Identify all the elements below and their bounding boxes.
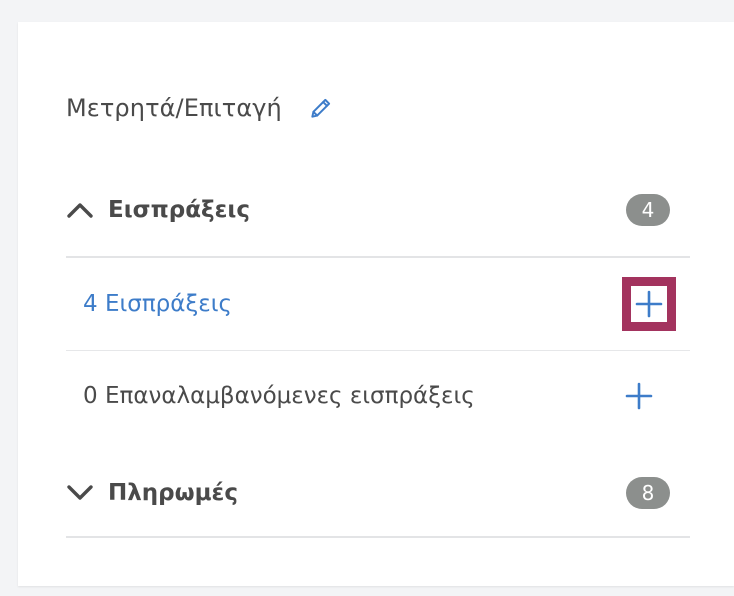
receipts-link[interactable]: 4 Εισπράξεις [83, 291, 232, 317]
list-item-receipts: 4 Εισπράξεις [66, 274, 690, 334]
list-item-recurring-receipts: 0 Επαναλαμβανόμενες εισπράξεις [66, 366, 690, 426]
section-label: Εισπράξεις [108, 197, 251, 223]
count-badge: 4 [626, 194, 670, 226]
divider [66, 256, 690, 258]
add-recurring-receipt-button[interactable] [624, 381, 654, 411]
divider [66, 350, 690, 351]
cash-check-panel: Μετρητά/Επιταγή Εισπράξεις 4 4 Εισπράξει… [18, 22, 734, 586]
section-label: Πληρωμές [108, 480, 238, 506]
count-badge: 8 [626, 477, 670, 509]
panel-header: Μετρητά/Επιταγή [66, 90, 334, 126]
panel-title: Μετρητά/Επιταγή [66, 94, 282, 122]
pencil-icon[interactable] [308, 95, 334, 121]
add-receipt-button[interactable] [622, 277, 676, 331]
divider [66, 536, 690, 538]
chevron-up-icon[interactable] [66, 198, 96, 222]
section-header-receipts[interactable]: Εισπράξεις 4 [66, 180, 690, 240]
section-header-payments[interactable]: Πληρωμές 8 [66, 463, 690, 523]
recurring-receipts-label: 0 Επαναλαμβανόμενες εισπράξεις [83, 383, 475, 409]
chevron-down-icon[interactable] [66, 481, 96, 505]
